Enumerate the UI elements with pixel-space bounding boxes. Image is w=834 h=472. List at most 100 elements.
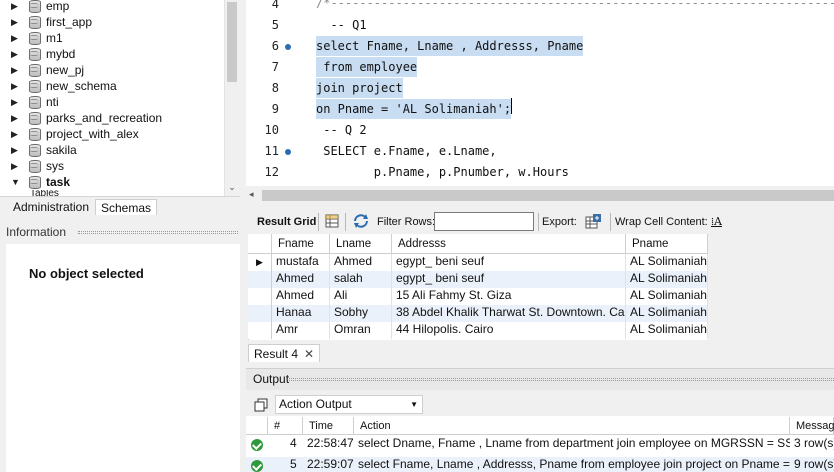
schema-item[interactable]: ▶ sakila [0, 142, 224, 158]
schema-item[interactable]: ▶ sys [0, 158, 224, 174]
schema-item-label: new_pj [46, 63, 85, 77]
row-selector[interactable] [248, 288, 272, 305]
row-selector[interactable] [248, 305, 272, 322]
table-cell[interactable]: 15 Ali Fahmy St. Giza [392, 288, 626, 305]
column-header[interactable]: Lname [330, 234, 392, 254]
table-cell[interactable]: AL Solimaniah [626, 322, 708, 339]
table-cell[interactable]: AL Solimaniah [626, 305, 708, 322]
table-cell[interactable]: Omran [330, 322, 392, 339]
table-cell[interactable]: AL Solimaniah [626, 288, 708, 305]
statement-marker-icon[interactable] [285, 44, 291, 50]
schema-item[interactable]: ▶ m1 [0, 30, 224, 46]
refresh-icon[interactable] [352, 213, 370, 229]
table-cell[interactable]: Sobhy [330, 305, 392, 322]
toolbar-separator [538, 213, 539, 231]
tab-administration[interactable]: Administration [8, 199, 94, 215]
table-cell[interactable]: AL Solimaniah [626, 271, 708, 288]
table-cell[interactable]: AL Solimaniah [626, 254, 708, 271]
result-grid-label[interactable]: Result Grid [257, 215, 316, 229]
column-header[interactable]: Fname [272, 234, 330, 254]
schema-item[interactable]: ▶ parks_and_recreation [0, 110, 224, 126]
collapsed-arrow-icon[interactable]: ▶ [11, 49, 25, 60]
collapsed-arrow-icon[interactable]: ▶ [11, 113, 25, 124]
schema-item[interactable]: ▶ new_pj [0, 62, 224, 78]
table-cell[interactable]: 44 Hilopolis. Cairo [392, 322, 626, 339]
column-header[interactable]: Addresss [392, 234, 626, 254]
code-line[interactable]: from employee [316, 57, 418, 77]
schema-item[interactable]: ▶ emp [0, 0, 224, 14]
editor-scrollbar-thumb[interactable] [262, 190, 834, 201]
database-icon [28, 112, 41, 125]
table-cell[interactable]: Hanaa [272, 305, 330, 322]
code-line[interactable]: p.Pname, p.Pnumber, w.Hours [316, 162, 569, 182]
row-selector[interactable] [248, 322, 272, 339]
code-line[interactable]: -- Q 2 [316, 120, 366, 140]
output-column-header[interactable]: Time [303, 417, 354, 435]
collapsed-arrow-icon[interactable]: ▶ [11, 145, 25, 156]
schema-item[interactable]: ▶ project_with_alex [0, 126, 224, 142]
schema-item-label: nti [46, 95, 59, 109]
current-row-icon[interactable]: ▶ [248, 254, 272, 271]
statement-marker-icon[interactable] [285, 149, 291, 155]
filter-rows-input[interactable] [434, 212, 534, 231]
schema-item[interactable]: ▶ mybd [0, 46, 224, 62]
table-cell[interactable]: 38 Abdel Khalik Tharwat St. Downtown. Ca… [392, 305, 626, 322]
copy-icon[interactable] [254, 398, 268, 412]
code-line[interactable]: -- Q1 [316, 15, 366, 35]
collapsed-arrow-icon[interactable]: ▶ [11, 17, 25, 28]
table-cell[interactable]: Ahmed [272, 271, 330, 288]
close-icon[interactable]: ✕ [304, 347, 314, 361]
grid-view-icon[interactable] [325, 214, 339, 228]
output-type-select[interactable]: Action Output ▼ [275, 395, 423, 414]
tree-scrollbar-thumb[interactable] [227, 2, 237, 82]
table-cell[interactable]: salah [330, 271, 392, 288]
table-cell[interactable]: egypt_ beni seuf [392, 271, 626, 288]
output-column-header[interactable]: Action [354, 417, 790, 435]
table-cell[interactable]: Amr [272, 322, 330, 339]
schema-item[interactable]: ▶ new_schema [0, 78, 224, 94]
schema-item[interactable]: ▼ task [0, 174, 224, 190]
table-cell[interactable]: Ali [330, 288, 392, 305]
collapsed-arrow-icon[interactable]: ▶ [11, 161, 25, 172]
code-line[interactable]: join project [316, 78, 403, 98]
schema-item[interactable]: ▶ nti [0, 94, 224, 110]
database-icon [28, 48, 41, 61]
comment-line: /*--------------------------------------… [316, 0, 834, 8]
table-cell[interactable]: Ahmed [272, 288, 330, 305]
output-message: 3 row(s) [794, 436, 834, 450]
table-cell[interactable]: mustafa [272, 254, 330, 271]
tab-schemas[interactable]: Schemas [95, 199, 158, 215]
database-icon [28, 128, 41, 141]
export-icon[interactable] [584, 213, 602, 231]
collapsed-arrow-icon[interactable]: ▶ [11, 81, 25, 92]
collapsed-arrow-icon[interactable]: ▶ [11, 97, 25, 108]
table-cell[interactable]: egypt_ beni seuf [392, 254, 626, 271]
output-column-header[interactable]: Message [790, 417, 834, 435]
collapsed-arrow-icon[interactable]: ▶ [11, 33, 25, 44]
collapsed-arrow-icon[interactable]: ▶ [11, 129, 25, 140]
collapsed-arrow-icon[interactable]: ▶ [11, 1, 25, 12]
wrap-cell-icon[interactable]: ⁞A [711, 215, 725, 229]
table-cell[interactable]: Ahmed [330, 254, 392, 271]
collapsed-arrow-icon[interactable]: ▶ [11, 65, 25, 76]
schema-item-label: new_schema [46, 79, 117, 93]
line-number: 7 [271, 60, 279, 74]
output-title: Output [253, 372, 290, 386]
output-type-value: Action Output [279, 397, 352, 411]
scroll-left-icon[interactable]: ◂ [249, 189, 254, 200]
toolbar-separator [318, 213, 319, 231]
schema-item-label: parks_and_recreation [46, 111, 163, 125]
schema-item[interactable]: ▶ first_app [0, 14, 224, 30]
code-line[interactable]: on Pname = 'AL Solimaniah'; [316, 99, 512, 119]
line-number: 9 [271, 102, 279, 116]
result-tab[interactable]: Result 4 ✕ [248, 344, 321, 362]
code-line[interactable]: SELECT e.Fname, e.Lname, [316, 141, 496, 161]
code-line[interactable]: select Fname, Lname , Addresss, Pname [316, 36, 584, 56]
output-time: 22:58:47 [307, 436, 354, 450]
expanded-arrow-icon[interactable]: ▼ [11, 177, 25, 187]
scroll-down-icon[interactable]: ⌄ [226, 182, 238, 194]
column-header[interactable]: Pname [626, 234, 708, 254]
output-column-header[interactable]: # [268, 417, 303, 435]
row-selector[interactable] [248, 271, 272, 288]
output-column-header[interactable] [246, 417, 268, 435]
